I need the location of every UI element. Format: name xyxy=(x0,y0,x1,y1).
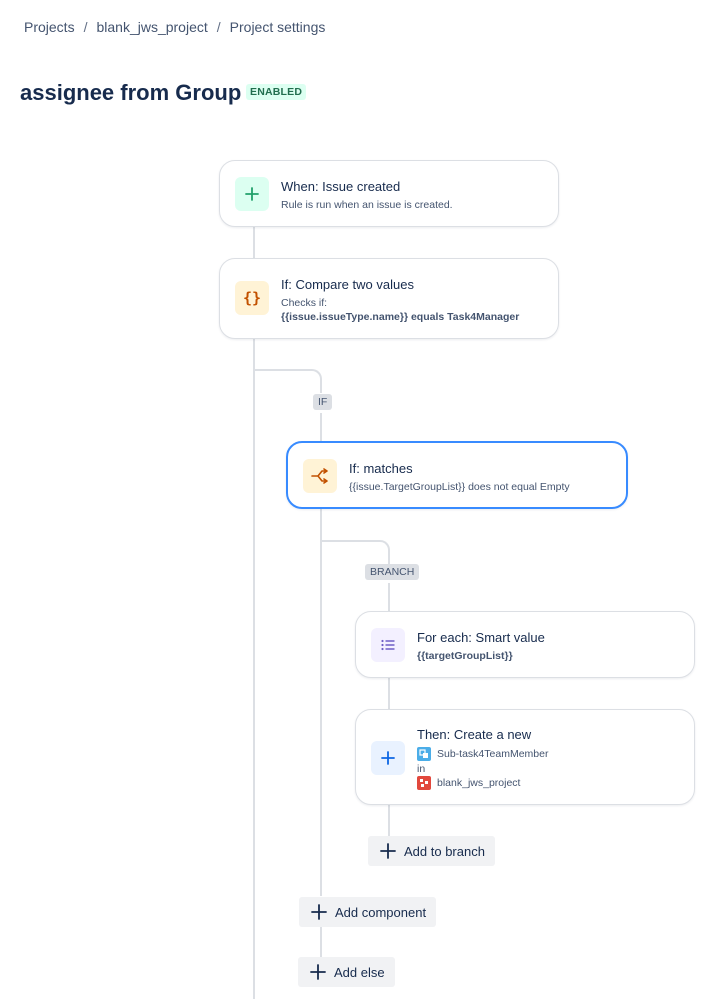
trigger-description: Rule is run when an issue is created. xyxy=(281,199,453,211)
add-to-branch-button[interactable]: Add to branch xyxy=(368,836,495,866)
action-card[interactable]: Then: Create a new Sub-task4TeamMember i… xyxy=(355,709,695,805)
breadcrumb-separator: / xyxy=(216,19,221,35)
branch-card[interactable]: For each: Smart value {{targetGroupList}… xyxy=(355,611,695,678)
breadcrumb-project[interactable]: blank_jws_project xyxy=(96,19,207,35)
branch-title: For each: Smart value xyxy=(417,630,545,645)
braces-icon: {} xyxy=(235,281,269,315)
add-component-button[interactable]: Add component xyxy=(299,897,437,927)
trigger-card[interactable]: When: Issue created Rule is run when an … xyxy=(219,160,559,227)
if-matches-card[interactable]: If: matches {{issue.TargetGroupList}} do… xyxy=(286,441,628,509)
branch-lozenge: BRANCH xyxy=(365,564,420,580)
branch-icon xyxy=(303,459,337,493)
breadcrumb: Projects / blank_jws_project / Project s… xyxy=(24,19,325,35)
branch-description: {{targetGroupList}} xyxy=(417,650,513,662)
condition-card[interactable]: {} If: Compare two values Checks if: {{i… xyxy=(219,258,559,339)
plus-icon xyxy=(310,964,326,980)
connector-line xyxy=(320,509,322,896)
action-connector: in xyxy=(417,763,426,775)
if-lozenge: IF xyxy=(313,394,333,410)
project-avatar-icon xyxy=(417,776,431,790)
connector-curve xyxy=(322,540,390,564)
action-issue-type: Sub-task4TeamMember xyxy=(417,747,548,761)
plus-icon xyxy=(235,177,269,211)
subtask-icon xyxy=(417,747,431,761)
connector-line xyxy=(253,226,255,258)
connector-line xyxy=(388,805,390,837)
connector-line xyxy=(320,927,322,958)
connector-curve xyxy=(255,369,322,393)
condition-title: If: Compare two values xyxy=(281,277,414,292)
status-badge: ENABLED xyxy=(246,84,307,100)
if-matches-description: {{issue.TargetGroupList}} does not equal… xyxy=(349,481,570,493)
add-else-button[interactable]: Add else xyxy=(298,957,395,987)
plus-icon xyxy=(371,741,405,775)
connector-line xyxy=(253,338,255,999)
breadcrumb-separator: / xyxy=(83,19,88,35)
list-icon xyxy=(371,628,405,662)
if-matches-title: If: matches xyxy=(349,461,413,476)
breadcrumb-projects[interactable]: Projects xyxy=(24,19,75,35)
action-title: Then: Create a new xyxy=(417,727,532,742)
connector-line xyxy=(388,678,390,709)
condition-label: Checks if: xyxy=(281,297,328,309)
condition-expression: {{issue.issueType.name}} equals Task4Man… xyxy=(281,311,520,323)
action-project: blank_jws_project xyxy=(417,776,520,790)
trigger-title: When: Issue created xyxy=(281,179,401,194)
breadcrumb-project-settings[interactable]: Project settings xyxy=(230,19,326,35)
connector-line xyxy=(320,413,322,441)
page-title: assignee from Group xyxy=(20,80,242,105)
connector-line xyxy=(388,583,390,611)
plus-icon xyxy=(380,843,396,859)
plus-icon xyxy=(311,904,327,920)
